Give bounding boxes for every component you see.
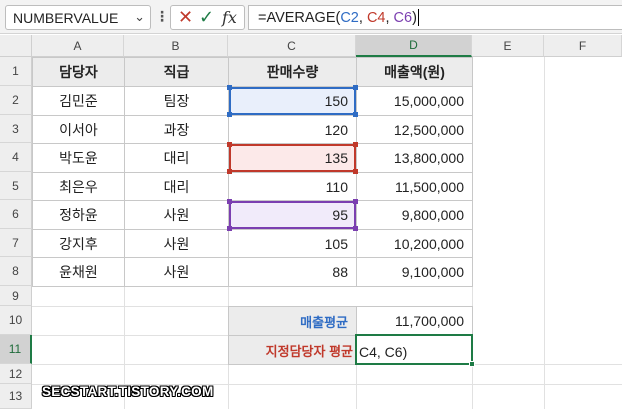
table-cell[interactable]: 윤채원 [32, 257, 125, 287]
column-header-c[interactable]: C [228, 35, 356, 57]
column-header-a[interactable]: A [32, 35, 124, 57]
row-header-2[interactable]: 2 [0, 86, 32, 115]
column-header-e[interactable]: E [472, 35, 544, 57]
avg-sales-label[interactable]: 매출평균 [228, 306, 357, 336]
row-header-10[interactable]: 10 [0, 306, 32, 335]
formula-sep-2: , [385, 9, 394, 26]
table-cell[interactable]: 11,500,000 [356, 172, 473, 201]
row-header-3[interactable]: 3 [0, 115, 32, 143]
table-cell[interactable]: 대리 [124, 172, 229, 201]
select-all-corner[interactable] [0, 35, 32, 57]
table-cell[interactable]: 105 [228, 229, 357, 258]
table-cell[interactable]: 사원 [124, 229, 229, 258]
insert-function-icon[interactable]: fx [222, 8, 237, 27]
gridline [356, 364, 357, 409]
gridline [32, 335, 228, 336]
resize-handle[interactable] [353, 142, 358, 147]
header-cell-manager[interactable]: 담당자 [32, 57, 125, 87]
row-header-6[interactable]: 6 [0, 200, 32, 229]
table-cell[interactable]: 9,100,000 [356, 257, 473, 287]
table-cell[interactable]: 15,000,000 [356, 86, 473, 116]
table-cell[interactable]: 9,800,000 [356, 200, 473, 230]
designated-avg-label[interactable]: 지정담당자 평균 [228, 335, 357, 365]
row-header-9[interactable]: 9 [0, 286, 32, 306]
header-cell-quantity[interactable]: 판매수량 [228, 57, 357, 87]
table-cell[interactable]: 12,500,000 [356, 115, 473, 144]
formula-ref-c2: C2 [340, 9, 359, 26]
gridline [544, 57, 545, 409]
header-cell-position[interactable]: 직급 [124, 57, 229, 87]
resize-handle[interactable] [227, 112, 232, 117]
column-header-b[interactable]: B [124, 35, 228, 57]
resize-handle[interactable] [353, 85, 358, 90]
table-cell[interactable]: 88 [228, 257, 357, 287]
row-header-4[interactable]: 4 [0, 143, 32, 172]
table-cell[interactable]: 120 [228, 115, 357, 144]
resize-handle[interactable] [353, 169, 358, 174]
table-cell[interactable]: 13,800,000 [356, 143, 473, 173]
resize-handle[interactable] [227, 85, 232, 90]
cell-edit-text: C4, C6) [359, 344, 408, 360]
resize-handle[interactable] [227, 226, 232, 231]
row-header-13[interactable]: 13 [0, 384, 32, 409]
cancel-icon[interactable]: ✕ [178, 7, 193, 28]
ref-highlight-c6 [227, 199, 358, 231]
resize-handle[interactable] [227, 169, 232, 174]
table-cell[interactable]: 강지후 [32, 229, 125, 258]
table-cell[interactable]: 팀장 [124, 86, 229, 116]
row-header-5[interactable]: 5 [0, 172, 32, 200]
table-cell[interactable]: 김민준 [32, 86, 125, 116]
avg-sales-value[interactable]: 11,700,000 [356, 306, 473, 336]
table-cell[interactable]: 10,200,000 [356, 229, 473, 258]
resize-handle[interactable] [353, 226, 358, 231]
table-cell[interactable]: 최은우 [32, 172, 125, 201]
fill-handle[interactable] [469, 361, 475, 367]
name-box-value: NUMBERVALUE [13, 9, 119, 26]
row-header-7[interactable]: 7 [0, 229, 32, 257]
row-header-1[interactable]: 1 [0, 57, 32, 86]
resize-handle[interactable] [227, 142, 232, 147]
formula-func: =AVERAGE( [258, 9, 341, 26]
formula-bar: NUMBERVALUE ⌄ ⋮ ✕ ✓ fx =AVERAGE(C2, C4, … [0, 0, 622, 34]
column-header-d[interactable]: D [356, 35, 472, 57]
formula-sep-1: , [358, 9, 367, 26]
column-header-f[interactable]: F [544, 35, 622, 57]
chevron-down-icon[interactable]: ⌄ [134, 9, 145, 25]
table-cell[interactable]: 사원 [124, 200, 229, 230]
active-cell-d11[interactable]: C4, C6) [355, 334, 475, 367]
formula-close: ) [412, 9, 417, 26]
row-header-11[interactable]: 11 [0, 335, 32, 364]
table-cell[interactable]: 과장 [124, 115, 229, 144]
table-cell[interactable]: 박도윤 [32, 143, 125, 173]
formula-ref-c6: C6 [393, 9, 413, 26]
header-cell-sales[interactable]: 매출액(원) [356, 57, 473, 87]
watermark: SECSTART.TISTORY.COM [42, 384, 214, 399]
gridline [228, 364, 229, 409]
table-cell[interactable]: 이서아 [32, 115, 125, 144]
ref-highlight-c4 [227, 142, 358, 174]
text-caret [417, 9, 419, 26]
table-cell[interactable]: 사원 [124, 257, 229, 287]
row-header-12[interactable]: 12 [0, 364, 32, 384]
table-cell[interactable]: 대리 [124, 143, 229, 173]
more-options-icon[interactable]: ⋮ [155, 8, 169, 25]
formula-buttons: ✕ ✓ fx [170, 5, 245, 30]
formula-ref-c4: C4 [366, 9, 386, 26]
enter-icon[interactable]: ✓ [199, 7, 214, 28]
gridline [32, 306, 228, 307]
ref-highlight-c2 [227, 85, 358, 117]
name-box[interactable]: NUMBERVALUE ⌄ [5, 5, 151, 30]
resize-handle[interactable] [353, 199, 358, 204]
formula-input[interactable]: =AVERAGE(C2, C4, C6) [248, 5, 622, 30]
table-cell[interactable]: 110 [228, 172, 357, 201]
resize-handle[interactable] [227, 199, 232, 204]
table-cell[interactable]: 정하윤 [32, 200, 125, 230]
row-header-8[interactable]: 8 [0, 257, 32, 286]
resize-handle[interactable] [353, 112, 358, 117]
